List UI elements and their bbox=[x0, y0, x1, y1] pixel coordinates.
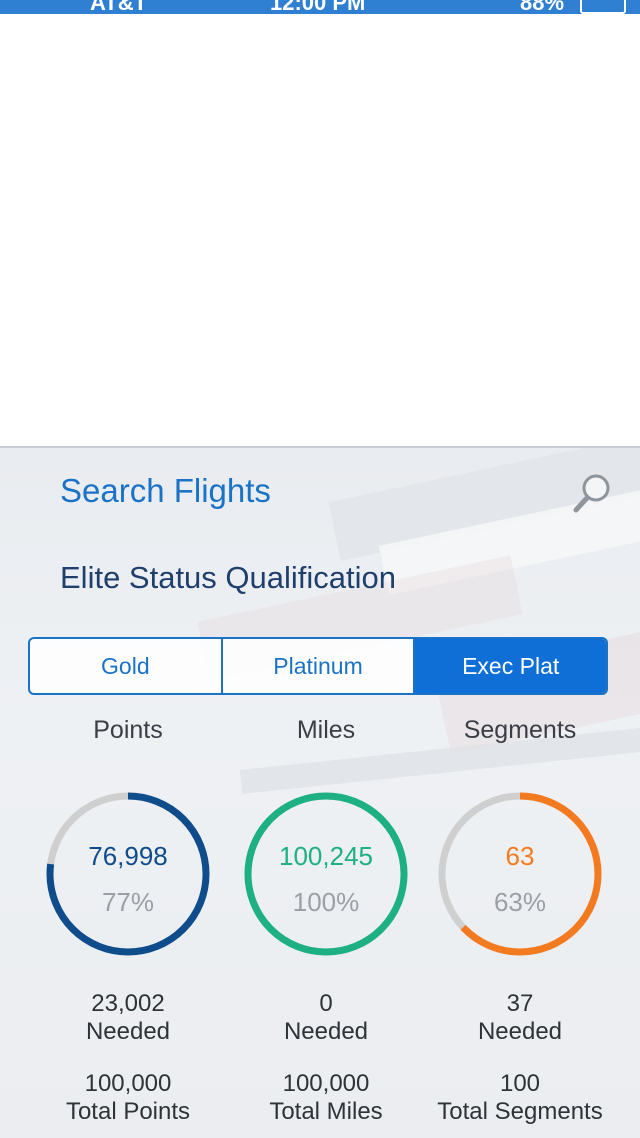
time-label: 12:00 PM bbox=[270, 0, 366, 14]
points-total-value: 100,000 bbox=[84, 1070, 172, 1097]
points-needed-label: Needed bbox=[85, 1018, 171, 1045]
points-progress-ring: 76,998 77% bbox=[43, 789, 213, 959]
segments-progress-ring: 63 63% bbox=[435, 789, 605, 959]
miles-progress-ring: 100,245 100% bbox=[241, 789, 411, 959]
elite-status-title: Elite Status Qualification bbox=[60, 560, 397, 595]
miles-progress-arc bbox=[244, 792, 408, 956]
miles-total-value: 100,000 bbox=[282, 1070, 370, 1097]
miles-metric: Miles 100,245 100% 0 Needed 100,000 Tota… bbox=[226, 710, 426, 1126]
miles-percent: 100% bbox=[292, 887, 360, 917]
points-percent: 77% bbox=[101, 887, 155, 917]
miles-total-label: Total Miles bbox=[269, 1098, 383, 1125]
miles-value: 100,245 bbox=[279, 841, 373, 871]
segments-needed-value: 37 bbox=[506, 990, 534, 1017]
segments-total-label: Total Segments bbox=[437, 1098, 603, 1125]
segments-total-value: 100 bbox=[499, 1070, 541, 1097]
metric-label: Miles bbox=[296, 716, 356, 744]
tab-platinum[interactable]: Platinum bbox=[223, 639, 416, 693]
tier-segmented-control[interactable]: Gold Platinum Exec Plat bbox=[28, 637, 608, 695]
segments-value: 63 bbox=[505, 841, 535, 871]
points-total-label: Total Points bbox=[65, 1098, 191, 1125]
web-content-area bbox=[0, 14, 640, 446]
points-metric: Points 76,998 77% 23,002 Needed 100,000 … bbox=[28, 710, 228, 1126]
points-needed-value: 23,002 bbox=[91, 990, 165, 1017]
miles-needed-label: Needed bbox=[283, 1018, 369, 1045]
battery-label: 88% bbox=[520, 0, 565, 14]
points-value: 76,998 bbox=[88, 841, 168, 871]
segments-needed-label: Needed bbox=[477, 1018, 563, 1045]
metric-label: Segments bbox=[463, 716, 577, 744]
segments-metric: Segments 63 63% 37 Needed 100 Total Segm… bbox=[420, 710, 620, 1126]
battery-icon bbox=[580, 0, 626, 14]
carrier-label: AT&T bbox=[90, 0, 148, 14]
status-bar: AT&T 12:00 PM 88% bbox=[0, 0, 640, 14]
search-flights-link[interactable]: Search Flights bbox=[60, 472, 271, 510]
tab-gold[interactable]: Gold bbox=[30, 639, 223, 693]
miles-needed-value: 0 bbox=[319, 990, 333, 1017]
search-flights-row[interactable]: Search Flights bbox=[60, 472, 620, 520]
segments-percent: 63% bbox=[493, 887, 547, 917]
tab-exec-plat[interactable]: Exec Plat bbox=[415, 639, 606, 693]
metric-label: Points bbox=[93, 716, 163, 744]
magnifier-icon[interactable] bbox=[572, 472, 612, 516]
bottom-panel: Search Flights Elite Status Qualificatio… bbox=[0, 446, 640, 1138]
